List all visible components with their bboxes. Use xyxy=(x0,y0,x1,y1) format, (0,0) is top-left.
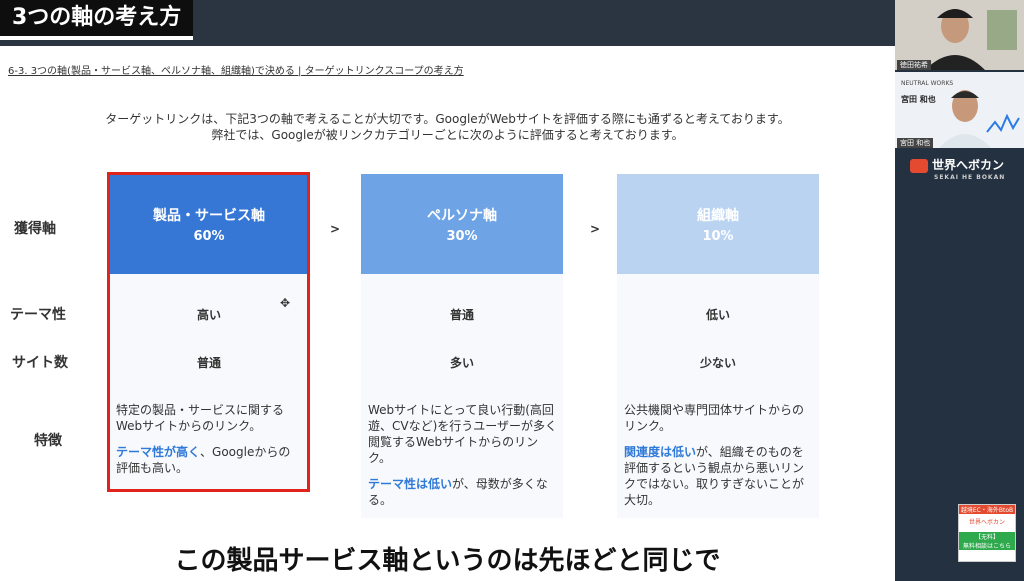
feature-highlight: 関連度は低い xyxy=(624,445,697,459)
row-label-theme: テーマ性 xyxy=(10,307,66,323)
subtitle-caption: この製品サービス軸というのは先ほどと同じで xyxy=(174,546,721,576)
video-frame: 3つの軸の考え方 6-3. 3つの軸(製品・サービス軸、ペルソナ軸、組織軸)で決… xyxy=(0,0,1024,581)
promo-card[interactable]: 越境EC・海外BtoB 世界へボカン 【无料】 無料相談はこちら xyxy=(958,504,1016,562)
video-title: 3つの軸の考え方 xyxy=(0,0,194,40)
column-header: 組織軸 10% xyxy=(617,174,819,274)
highlight-box xyxy=(107,172,310,492)
promo-line-2: 世界へボカン xyxy=(968,519,1005,526)
column-title: 組織軸 xyxy=(697,207,739,224)
separator-gt: > xyxy=(590,222,601,236)
logo-text: 世界へボカン xyxy=(932,158,1005,172)
separator-gt: > xyxy=(330,222,341,236)
camera-feed-2: NEUTRAL WORKS 宮田 和也 宮田 和也 xyxy=(895,72,1024,148)
participant-name: 徳田祐希 xyxy=(897,60,931,70)
row-label-sites: サイト数 xyxy=(12,355,68,371)
promo-line-1: 越境EC・海外BtoB xyxy=(959,505,1015,514)
intro-line-2: 弊社では、Googleが被リンクカテゴリーごとに次のように評価すると考えておりま… xyxy=(211,128,684,142)
slide-breadcrumb: 6-3. 3つの軸(製品・サービス軸、ペルソナ軸、組織軸)で決める | ターゲッ… xyxy=(8,66,464,77)
feature-note: 関連度は低いが、組織そのものを評価するという観点から悪いリンクではない。取りすぎ… xyxy=(624,444,814,508)
column-header: ペルソナ軸 30% xyxy=(361,174,563,274)
logo-subtext: SEKAI HE BOKAN xyxy=(934,174,1006,181)
column-title: ペルソナ軸 xyxy=(427,207,497,224)
column-percent: 30% xyxy=(446,228,478,244)
promo-line-4: 無料相談はこちら xyxy=(959,541,1015,550)
move-cursor-icon: ✥ xyxy=(280,296,291,310)
camera-feed-1: 徳田祐希 xyxy=(895,0,1024,70)
person-silhouette-icon xyxy=(939,90,1020,148)
feature-desc: Webサイトにとって良い行動(高回遊、CVなど)を行うユーザーが多く閲覧するWe… xyxy=(368,403,558,465)
participant-name: 宮田 和也 xyxy=(897,138,934,148)
row-label-features: 特徴 xyxy=(34,433,62,449)
feature-note: テーマ性は低いが、母数が多くなる。 xyxy=(368,476,558,508)
sites-value: 多い xyxy=(449,356,474,370)
sites-value: 少ない xyxy=(699,356,736,370)
promo-line-3: 【无料】 xyxy=(959,532,1015,541)
column-percent: 10% xyxy=(702,228,734,244)
slide: 6-3. 3つの軸(製品・サービス軸、ペルソナ軸、組織軸)で決める | ターゲッ… xyxy=(0,46,895,530)
feature-highlight: テーマ性は低い xyxy=(368,477,453,491)
row-label-axis: 獲得軸 xyxy=(14,221,56,237)
feature-text: 公共機関や専門団体サイトからのリンク。 関連度は低いが、組織そのものを評価すると… xyxy=(624,402,814,508)
intro-line-1: ターゲットリンクは、下記3つの軸で考えることが大切です。GoogleがWebサイ… xyxy=(105,112,790,126)
feature-desc: 公共機関や専門団体サイトからのリンク。 xyxy=(624,403,805,433)
brand-logo: 世界へボカン SEKAI HE BOKAN xyxy=(910,156,1018,182)
logo-mark-icon xyxy=(910,158,928,173)
theme-value: 低い xyxy=(705,308,730,322)
theme-value: 普通 xyxy=(449,308,474,322)
feature-text: Webサイトにとって良い行動(高回遊、CVなど)を行うユーザーが多く閲覧するWe… xyxy=(368,402,558,508)
